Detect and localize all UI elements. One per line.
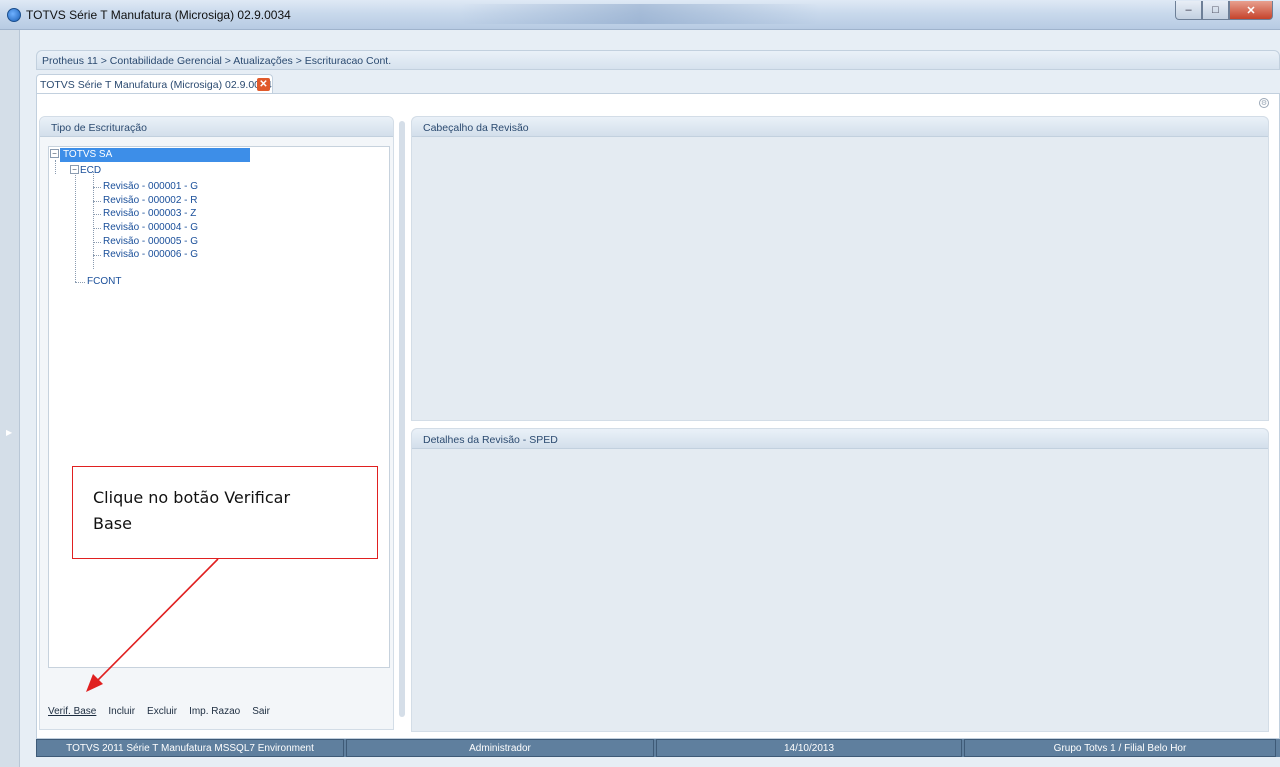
app-icon	[7, 8, 21, 22]
annotation-callout: Clique no botão Verificar Base	[72, 466, 378, 559]
title-glow	[460, 4, 820, 24]
tree-node-revision[interactable]: Revisão - 000001 - G	[103, 180, 198, 194]
maximize-icon[interactable]: □	[1202, 1, 1229, 20]
imp-razao-button[interactable]: Imp. Razao	[189, 706, 240, 717]
panel-title: Cabeçalho da Revisão	[412, 117, 1268, 137]
tree-node-revision[interactable]: Revisão - 000002 - R	[103, 194, 198, 208]
excluir-button[interactable]: Excluir	[147, 706, 177, 717]
cabecalho-revisao-panel: Cabeçalho da Revisão	[411, 116, 1269, 421]
status-bar: TOTVS 2011 Série T Manufatura MSSQL7 Env…	[36, 739, 1280, 757]
tree-node-label: ECD	[80, 165, 102, 176]
collapse-icon[interactable]: −	[70, 165, 79, 174]
tab-main[interactable]: TOTVS Série T Manufatura (Microsiga) 02.…	[36, 74, 273, 94]
status-date: 14/10/2013	[656, 739, 962, 757]
collapse-icon[interactable]: −	[50, 149, 59, 158]
tab-close-icon[interactable]: ✕	[257, 78, 270, 91]
detalhes-revisao-panel: Detalhes da Revisão - SPED	[411, 428, 1269, 732]
window-title-bar: TOTVS Série T Manufatura (Microsiga) 02.…	[0, 0, 1280, 30]
verif-base-button[interactable]: Verif. Base	[48, 706, 96, 717]
left-dock-strip[interactable]: ▶	[0, 30, 20, 767]
window-controls: – □ ✕	[1175, 1, 1273, 20]
breadcrumb: Protheus 11 > Contabilidade Gerencial > …	[42, 55, 392, 67]
annotation-text: Clique no botão Verificar Base	[93, 488, 291, 533]
panel-title: Tipo de Escrituração	[40, 117, 393, 137]
breadcrumb-bar: Protheus 11 > Contabilidade Gerencial > …	[36, 50, 1280, 70]
tree-node-revision[interactable]: Revisão - 000004 - G	[103, 221, 198, 235]
tree-node-revision[interactable]: Revisão - 000003 - Z	[103, 207, 196, 221]
tree-node-ecd[interactable]: − ECD	[70, 164, 101, 178]
window-title: TOTVS Série T Manufatura (Microsiga) 02.…	[26, 8, 291, 22]
tab-label: TOTVS Série T Manufatura (Microsiga) 02.…	[40, 79, 272, 91]
status-environment: TOTVS 2011 Série T Manufatura MSSQL7 Env…	[36, 739, 344, 757]
content-area: ⚙ Tipo de Escrituração − TOTVS SA − ECD Re…	[36, 93, 1280, 739]
status-user: Administrador	[346, 739, 654, 757]
status-branch: Grupo Totvs 1 / Filial Belo Hor	[964, 739, 1276, 757]
incluir-button[interactable]: Incluir	[108, 706, 135, 717]
tree-view: − TOTVS SA − ECD Revisão - 000001 - G Revi…	[48, 146, 390, 668]
tree-node-revision[interactable]: Revisão - 000006 - G	[103, 248, 198, 262]
splitter-handle[interactable]	[399, 121, 405, 717]
tree-node-revision[interactable]: Revisão - 000005 - G	[103, 235, 198, 249]
minimize-icon[interactable]: –	[1175, 1, 1202, 20]
close-icon[interactable]: ✕	[1229, 1, 1273, 20]
tree-node-root[interactable]: − TOTVS SA	[50, 148, 250, 162]
expand-arrow-icon[interactable]: ▶	[6, 428, 12, 437]
sair-button[interactable]: Sair	[252, 706, 270, 717]
tipo-escrituracao-panel: Tipo de Escrituração − TOTVS SA − ECD Revi…	[39, 116, 394, 730]
panel-title: Detalhes da Revisão - SPED	[412, 429, 1268, 449]
settings-icon[interactable]: ⚙	[1259, 98, 1269, 108]
action-buttons: Verif. Base Incluir Excluir Imp. Razao S…	[48, 706, 270, 717]
tree-node-fcont[interactable]: FCONT	[87, 275, 121, 289]
